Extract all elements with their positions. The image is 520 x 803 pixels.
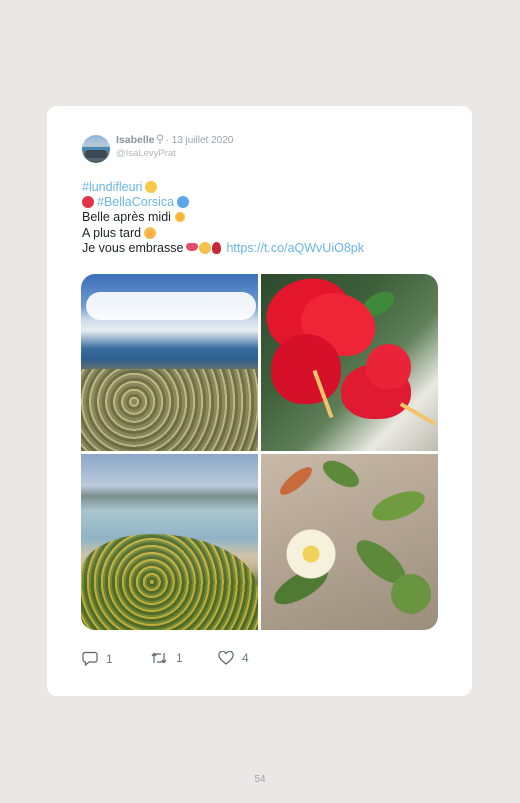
sun-icon [173,211,186,224]
retweet-button[interactable]: 1 [150,651,183,665]
tweet-card: Isabelle · 13 juillet 2020 @IsaLevyPrat #… [47,106,472,696]
hashtag-bellacorsica[interactable]: #BellaCorsica [97,195,174,209]
tweet-link[interactable]: https://t.co/aQWvUiO8pk [226,241,364,255]
kiss-icon [199,241,212,254]
tweet-text: #lundifleuri #BellaCorsica Belle après m… [82,180,364,256]
lips-icon [186,242,199,251]
photo-corsica-coast[interactable] [81,274,258,451]
hashtag-lundifleuri[interactable]: #lundifleuri [82,180,142,194]
yellow-heart-icon [145,181,158,193]
like-button[interactable]: 4 [218,651,249,665]
photo-hibiscus[interactable] [261,274,438,451]
reply-button[interactable]: 1 [82,651,113,666]
reply-count: 1 [106,651,113,666]
author-name[interactable]: Isabelle [116,134,155,146]
text-line-a-plus-tard: A plus tard [82,225,142,240]
text-line-belle: Belle après midi [82,210,171,225]
like-icon [218,651,234,665]
like-count: 4 [242,651,249,665]
author-handle[interactable]: @IsaLevyPrat [116,148,176,159]
text-line-embrasse: Je vous embrasse [82,240,184,255]
retweet-icon [151,652,167,664]
photo-ice-plant-flower[interactable] [261,454,438,630]
blue-heart-icon [177,196,190,209]
author-line: Isabelle · 13 juillet 2020 [116,134,233,146]
reply-icon [82,651,98,666]
red-heart-icon [82,196,94,209]
avatar[interactable] [82,135,110,163]
page-number: 54 [254,774,266,785]
retweet-count: 1 [176,651,183,665]
tweet-date[interactable]: · 13 juillet 2020 [166,135,234,146]
smile-icon [144,226,157,239]
rose-icon [212,241,222,254]
photo-beach[interactable] [81,454,258,630]
photo-grid [81,274,438,630]
pin-icon [156,134,163,144]
